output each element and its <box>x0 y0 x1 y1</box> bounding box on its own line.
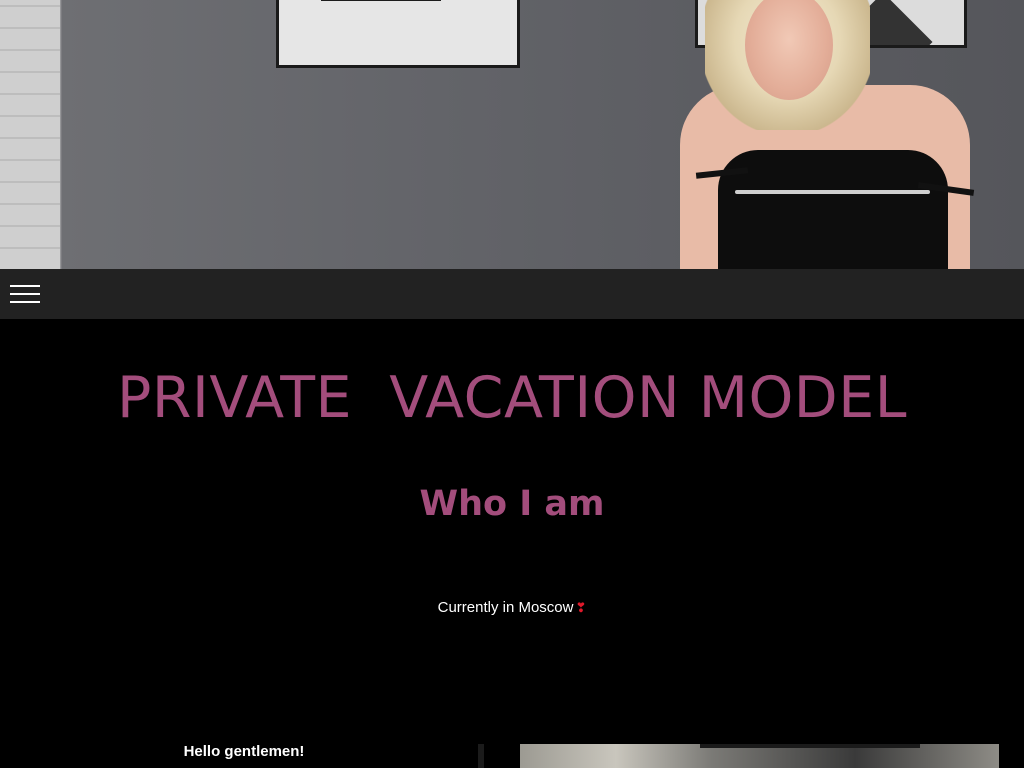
section-heading: Who I am <box>419 484 605 524</box>
brick-wall <box>0 0 60 269</box>
hamburger-menu-icon[interactable] <box>10 283 40 305</box>
navbar <box>0 269 1024 319</box>
corset-trim <box>735 190 930 194</box>
model-corset <box>718 150 948 269</box>
menu-line <box>10 301 40 303</box>
gallery-photo <box>520 744 999 768</box>
location-text: Currently in Moscow <box>437 599 574 616</box>
heart-icon: ❣ <box>575 600 587 615</box>
wall-picture-frame <box>276 0 520 68</box>
greeting-text: Hello gentlemen! <box>183 743 305 760</box>
photo-detail <box>700 744 920 748</box>
frame-artwork <box>321 0 441 1</box>
menu-line <box>10 293 40 295</box>
hero-photo <box>0 0 1024 269</box>
site-title: PRIVATE VACATION MODEL <box>117 365 907 431</box>
location-status: Currently in Moscow ❣ <box>0 598 1024 618</box>
menu-line <box>10 285 40 287</box>
divider <box>478 744 484 768</box>
